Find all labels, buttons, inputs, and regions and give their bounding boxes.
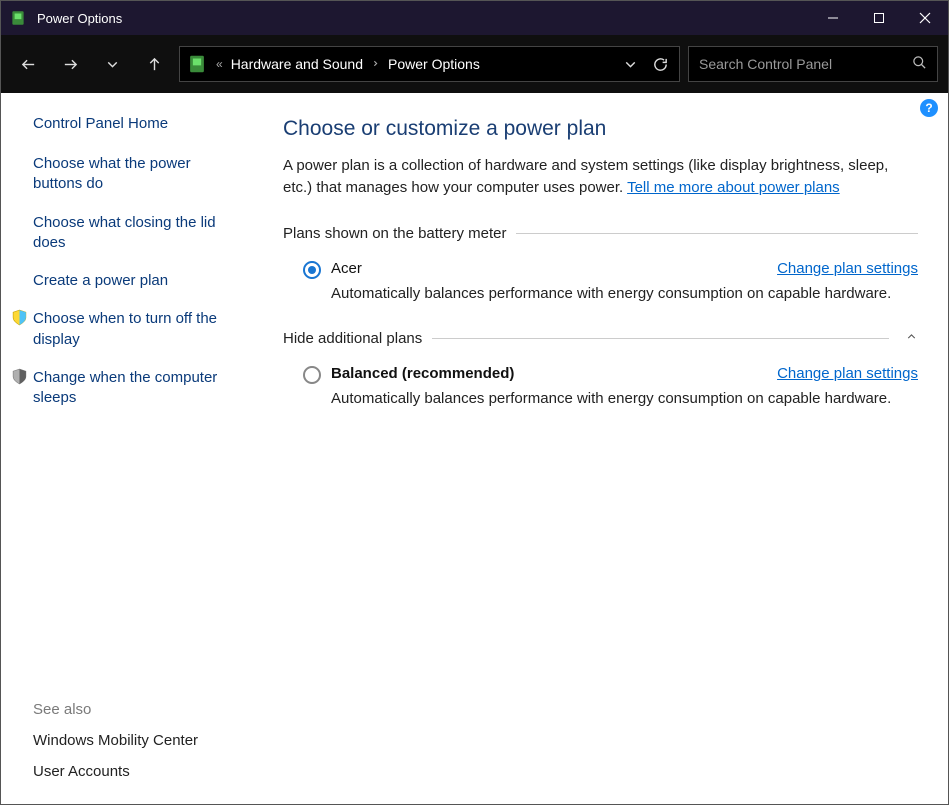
toolbar: « Hardware and Sound Power Options	[1, 35, 948, 93]
plan-name: Balanced (recommended)	[331, 365, 514, 382]
search-icon	[912, 55, 927, 73]
additional-plans-section: Hide additional plans Balanced (recommen…	[283, 330, 918, 409]
minimize-button[interactable]	[810, 1, 856, 35]
breadcrumb-prefix: «	[216, 57, 223, 71]
power-options-icon	[186, 53, 208, 75]
breadcrumb-current[interactable]: Power Options	[388, 56, 480, 72]
divider	[516, 233, 918, 234]
search-input[interactable]	[699, 56, 912, 72]
maximize-button[interactable]	[856, 1, 902, 35]
close-button[interactable]	[902, 1, 948, 35]
divider	[432, 338, 889, 339]
sidebar-item-power-buttons[interactable]: Choose what the power buttons do	[33, 154, 249, 195]
refresh-button[interactable]	[647, 47, 673, 81]
plan-balanced: Balanced (recommended) Change plan setti…	[283, 365, 918, 409]
page-title: Choose or customize a power plan	[283, 117, 918, 141]
power-options-icon	[9, 9, 27, 27]
content-area: ? Control Panel Home Choose what the pow…	[1, 93, 948, 804]
search-box[interactable]	[688, 46, 938, 82]
plan-name: Acer	[331, 260, 362, 277]
window-title: Power Options	[37, 11, 810, 26]
up-button[interactable]	[137, 47, 171, 81]
section-label: Plans shown on the battery meter	[283, 225, 506, 242]
chevron-up-icon	[905, 330, 918, 346]
tell-me-more-link[interactable]: Tell me more about power plans	[627, 179, 840, 196]
plan-description: Automatically balances performance with …	[331, 283, 918, 304]
window-controls	[810, 1, 948, 35]
change-plan-settings-link[interactable]: Change plan settings	[777, 365, 918, 382]
recent-dropdown[interactable]	[95, 47, 129, 81]
main-panel: Choose or customize a power plan A power…	[259, 93, 948, 804]
plan-description: Automatically balances performance with …	[331, 388, 918, 409]
plans-shown-section: Plans shown on the battery meter Acer Ch…	[283, 225, 918, 304]
radio-balanced[interactable]	[303, 366, 321, 384]
section-label: Hide additional plans	[283, 330, 422, 347]
change-plan-settings-link[interactable]: Change plan settings	[777, 260, 918, 277]
address-dropdown[interactable]	[617, 47, 643, 81]
page-description: A power plan is a collection of hardware…	[283, 155, 918, 199]
hide-additional-plans-toggle[interactable]: Hide additional plans	[283, 330, 918, 347]
forward-button[interactable]	[53, 47, 87, 81]
see-also-mobility-center[interactable]: Windows Mobility Center	[33, 732, 249, 749]
shield-icon	[11, 309, 28, 326]
shield-icon	[11, 368, 28, 385]
radio-acer[interactable]	[303, 261, 321, 279]
titlebar: Power Options	[1, 1, 948, 35]
control-panel-home-link[interactable]: Control Panel Home	[33, 115, 249, 132]
sidebar-item-create-plan[interactable]: Create a power plan	[33, 271, 249, 291]
see-also-user-accounts[interactable]: User Accounts	[33, 763, 249, 780]
chevron-right-icon	[371, 57, 380, 71]
sidebar-item-closing-lid[interactable]: Choose what closing the lid does	[33, 213, 249, 254]
plan-acer: Acer Change plan settings Automatically …	[283, 260, 918, 304]
sidebar: Control Panel Home Choose what the power…	[1, 93, 259, 804]
sidebar-item-turn-off-display[interactable]: Choose when to turn off the display	[33, 309, 249, 350]
see-also-heading: See also	[33, 701, 249, 718]
address-bar[interactable]: « Hardware and Sound Power Options	[179, 46, 680, 82]
breadcrumb-parent[interactable]: Hardware and Sound	[231, 56, 363, 72]
back-button[interactable]	[11, 47, 45, 81]
sidebar-item-label: Change when the computer sleeps	[33, 369, 217, 406]
sidebar-item-computer-sleeps[interactable]: Change when the computer sleeps	[33, 368, 249, 409]
help-icon[interactable]: ?	[920, 99, 938, 117]
sidebar-item-label: Choose when to turn off the display	[33, 310, 217, 347]
